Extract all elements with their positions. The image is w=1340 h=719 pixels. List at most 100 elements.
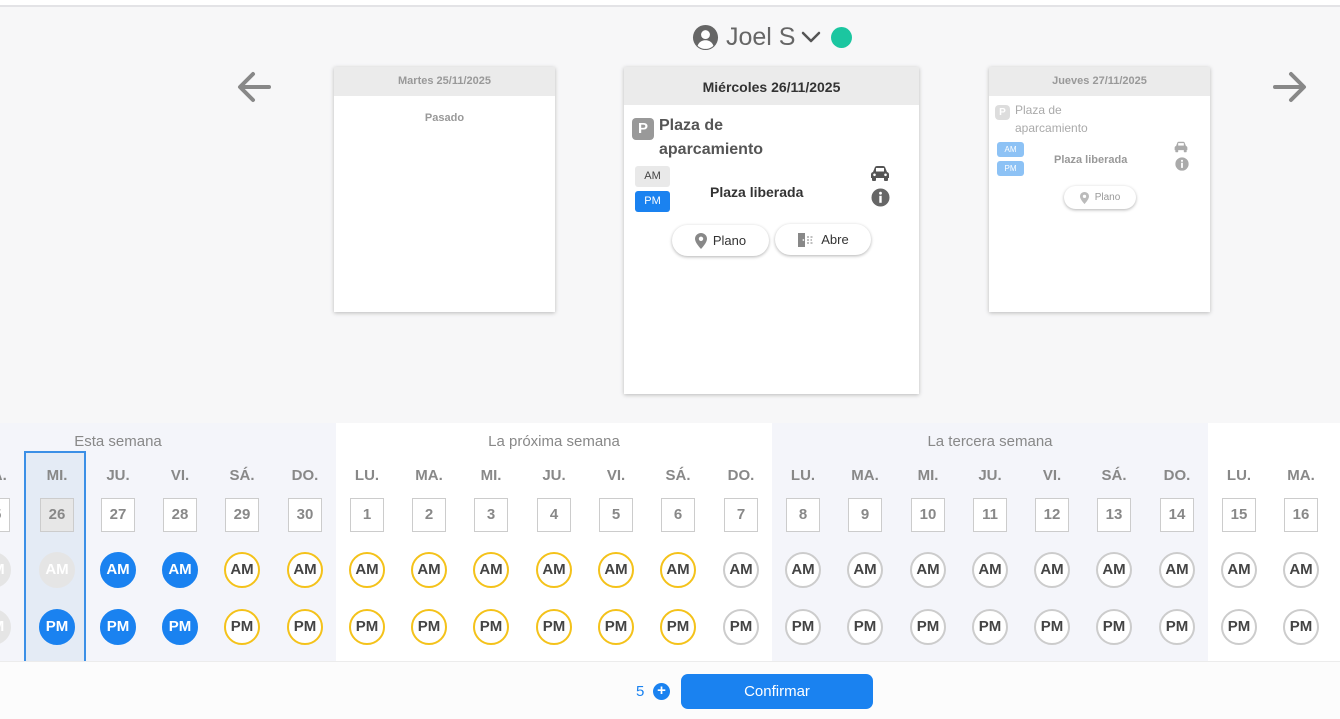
pm-slot[interactable]: PM: [473, 609, 509, 645]
pm-tag[interactable]: PM: [635, 191, 670, 212]
day-number[interactable]: 2: [412, 498, 446, 532]
am-slot[interactable]: AM: [1034, 552, 1070, 588]
open-door-button[interactable]: Abre: [775, 224, 871, 255]
plano-button[interactable]: Plano: [672, 225, 769, 256]
day-column[interactable]: JU. 11 AM PM: [959, 423, 1021, 661]
day-column[interactable]: MA. 16 AM PM: [1270, 423, 1332, 661]
am-slot[interactable]: AM: [349, 552, 385, 588]
day-number[interactable]: 29: [225, 498, 259, 532]
day-column[interactable]: DO. 7 AM PM: [710, 423, 772, 661]
day-column[interactable]: LU. 15 AM PM: [1208, 423, 1270, 661]
pm-slot[interactable]: PM: [1096, 609, 1132, 645]
pm-slot[interactable]: PM: [0, 609, 11, 645]
day-column[interactable]: MI. 3 AM PM: [460, 423, 522, 661]
pm-slot[interactable]: PM: [660, 609, 696, 645]
pm-tag[interactable]: PM: [997, 161, 1024, 176]
am-slot[interactable]: AM: [39, 552, 75, 588]
am-slot[interactable]: AM: [785, 552, 821, 588]
day-column[interactable]: VI. 5 AM PM: [585, 423, 647, 661]
day-number[interactable]: 12: [1035, 498, 1069, 532]
info-icon[interactable]: [1175, 157, 1189, 171]
am-slot[interactable]: AM: [473, 552, 509, 588]
day-number[interactable]: 10: [911, 498, 945, 532]
day-number[interactable]: 7: [724, 498, 758, 532]
am-slot[interactable]: AM: [660, 552, 696, 588]
pm-slot[interactable]: PM: [1159, 609, 1195, 645]
am-slot[interactable]: AM: [1221, 552, 1257, 588]
day-number[interactable]: 11: [973, 498, 1007, 532]
day-number[interactable]: 14: [1160, 498, 1194, 532]
pm-slot[interactable]: PM: [910, 609, 946, 645]
day-number[interactable]: 13: [1097, 498, 1131, 532]
user-selector[interactable]: Joel S: [692, 22, 853, 52]
pm-slot[interactable]: PM: [972, 609, 1008, 645]
day-column[interactable]: DO. 30 AM PM: [274, 423, 336, 661]
pm-slot[interactable]: PM: [536, 609, 572, 645]
day-column[interactable]: LU. 8 AM PM: [772, 423, 834, 661]
pm-slot[interactable]: PM: [411, 609, 447, 645]
am-slot[interactable]: AM: [224, 552, 260, 588]
day-number[interactable]: 3: [474, 498, 508, 532]
pm-slot[interactable]: PM: [598, 609, 634, 645]
plus-icon[interactable]: +: [653, 683, 670, 700]
pm-slot[interactable]: PM: [224, 609, 260, 645]
day-column[interactable]: SÁ. 6 AM PM: [647, 423, 709, 661]
am-slot[interactable]: AM: [910, 552, 946, 588]
pm-slot[interactable]: PM: [785, 609, 821, 645]
confirm-button[interactable]: Confirmar: [681, 674, 873, 709]
am-slot[interactable]: AM: [1159, 552, 1195, 588]
day-number[interactable]: 6: [661, 498, 695, 532]
arrow-left-icon[interactable]: [235, 68, 273, 106]
pm-slot[interactable]: PM: [162, 609, 198, 645]
pm-slot[interactable]: PM: [1221, 609, 1257, 645]
am-slot[interactable]: AM: [100, 552, 136, 588]
pm-slot[interactable]: PM: [847, 609, 883, 645]
arrow-right-icon[interactable]: [1271, 68, 1309, 106]
chevron-down-icon[interactable]: [801, 27, 821, 47]
day-number[interactable]: 9: [848, 498, 882, 532]
day-column[interactable]: DO. 14 AM PM: [1146, 423, 1208, 661]
pm-slot[interactable]: PM: [287, 609, 323, 645]
day-number[interactable]: 25: [0, 498, 10, 532]
am-slot[interactable]: AM: [847, 552, 883, 588]
day-column[interactable]: LU. 1 AM PM: [336, 423, 398, 661]
day-number[interactable]: 16: [1284, 498, 1318, 532]
am-slot[interactable]: AM: [287, 552, 323, 588]
am-slot[interactable]: AM: [0, 552, 11, 588]
day-number[interactable]: 1: [350, 498, 384, 532]
am-slot[interactable]: AM: [723, 552, 759, 588]
day-column[interactable]: SÁ. 29 AM PM: [211, 423, 273, 661]
am-slot[interactable]: AM: [1283, 552, 1319, 588]
am-slot[interactable]: AM: [411, 552, 447, 588]
day-column[interactable]: MA. 25 AM PM: [0, 423, 24, 661]
day-number[interactable]: 28: [163, 498, 197, 532]
day-card-next[interactable]: Jueves 27/11/2025 P Plaza de aparcamient…: [989, 67, 1210, 312]
day-column[interactable]: MA. 2 AM PM: [398, 423, 460, 661]
day-number[interactable]: 5: [599, 498, 633, 532]
day-number[interactable]: 27: [101, 498, 135, 532]
day-column[interactable]: JU. 27 AM PM: [87, 423, 149, 661]
user-name[interactable]: Joel S: [726, 23, 795, 52]
pm-slot[interactable]: PM: [723, 609, 759, 645]
day-column[interactable]: MI. 26 AM PM: [24, 451, 86, 668]
plano-button[interactable]: Plano: [1064, 186, 1136, 209]
day-card-previous[interactable]: Martes 25/11/2025 Pasado: [334, 67, 555, 312]
day-number[interactable]: 4: [537, 498, 571, 532]
am-slot[interactable]: AM: [972, 552, 1008, 588]
day-column[interactable]: JU. 4 AM PM: [523, 423, 585, 661]
day-number[interactable]: 8: [786, 498, 820, 532]
pm-slot[interactable]: PM: [100, 609, 136, 645]
pm-slot[interactable]: PM: [1283, 609, 1319, 645]
am-slot[interactable]: AM: [162, 552, 198, 588]
day-number[interactable]: 26: [40, 498, 74, 532]
info-icon[interactable]: [871, 188, 890, 207]
day-number[interactable]: 15: [1222, 498, 1256, 532]
pm-slot[interactable]: PM: [1034, 609, 1070, 645]
day-column[interactable]: MI. 10 AM PM: [897, 423, 959, 661]
am-slot[interactable]: AM: [536, 552, 572, 588]
day-column[interactable]: VI. 28 AM PM: [149, 423, 211, 661]
pm-slot[interactable]: PM: [349, 609, 385, 645]
day-column[interactable]: MA. 9 AM PM: [834, 423, 896, 661]
day-number[interactable]: 30: [288, 498, 322, 532]
am-slot[interactable]: AM: [598, 552, 634, 588]
